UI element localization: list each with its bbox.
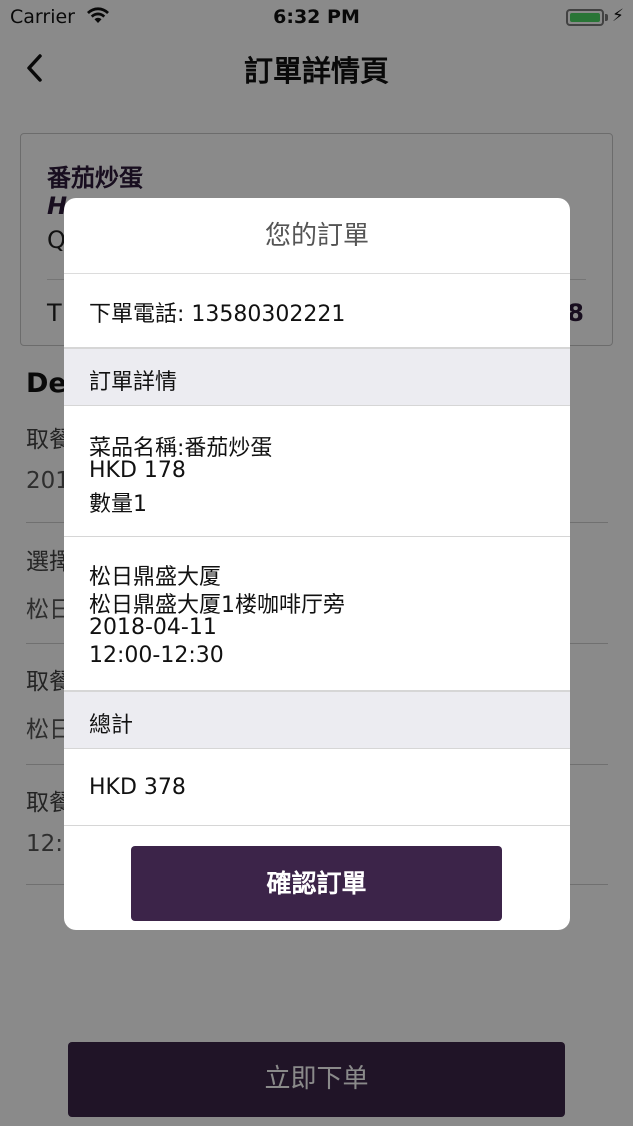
dialog-title: 您的訂單 xyxy=(64,198,570,274)
item-details-block: 菜品名稱:番茄炒蛋 HKD 178 數量1 xyxy=(64,406,570,537)
pickup-details-block: 松日鼎盛大厦 松日鼎盛大厦1楼咖啡厅旁 2018-04-11 12:00-12:… xyxy=(64,537,570,691)
order-phone: 下單電話: 13580302221 xyxy=(89,302,346,327)
item-price: HKD 178 xyxy=(89,458,186,483)
total-block: HKD 378 xyxy=(64,749,570,826)
item-quantity: 數量1 xyxy=(89,492,147,517)
section-title: 訂單詳情 xyxy=(89,370,178,395)
section-title: 總計 xyxy=(89,713,134,738)
pickup-time: 12:00-12:30 xyxy=(89,643,224,668)
pickup-date: 2018-04-11 xyxy=(89,615,217,640)
confirm-order-button[interactable]: 確認訂單 xyxy=(131,846,502,921)
total-amount: HKD 378 xyxy=(89,775,186,800)
order-confirmation-dialog: 您的訂單 下單電話: 13580302221 訂單詳情 菜品名稱:番茄炒蛋 HK… xyxy=(64,198,570,930)
phone-row: 下單電話: 13580302221 xyxy=(64,274,570,348)
total-section-header: 總計 xyxy=(64,691,570,749)
order-details-section-header: 訂單詳情 xyxy=(64,348,570,406)
